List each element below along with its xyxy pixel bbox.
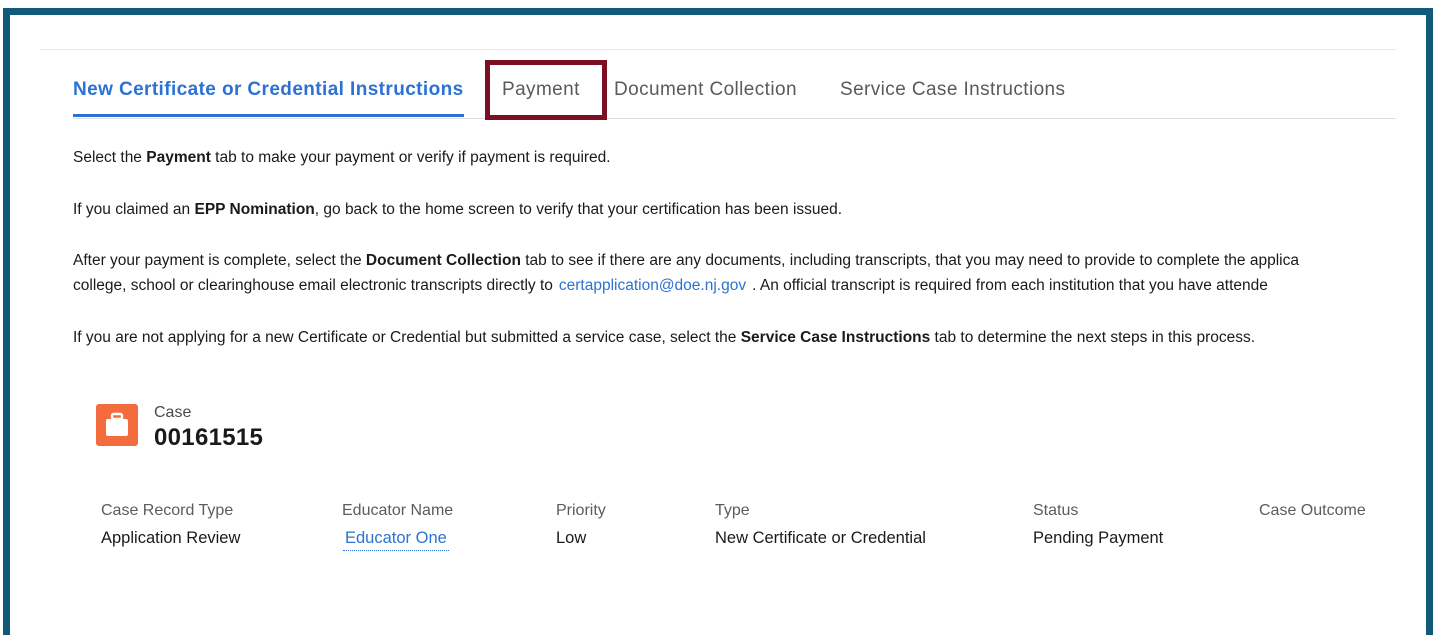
email-link[interactable]: certapplication@doe.nj.gov [553,277,752,294]
field-label: Priority [556,502,606,519]
briefcase-icon [96,404,138,446]
field-label: Case Outcome [1259,502,1366,519]
educator-name-link[interactable]: Educator One [343,529,449,551]
field-status: Status Pending Payment [1033,502,1163,548]
field-value: Low [556,529,587,547]
payment-tab-highlight-box [485,60,607,120]
tab-service-case-instructions[interactable]: Service Case Instructions [840,68,1065,116]
field-label: Status [1033,502,1079,519]
field-case-outcome: Case Outcome [1259,502,1366,529]
tab-new-certificate-instructions[interactable]: New Certificate or Credential Instructio… [73,68,464,117]
field-value: Pending Payment [1033,529,1164,547]
instruction-payment: Select the Payment tab to make your paym… [73,149,611,166]
field-value: New Certificate or Credential [715,529,926,547]
tab-bar: New Certificate or Credential Instructio… [73,68,1396,119]
case-number: 00161515 [154,424,264,451]
case-label: Case [154,404,192,421]
tab-document-collection[interactable]: Document Collection [614,68,797,116]
field-value: Application Review [101,529,241,547]
field-priority: Priority Low [556,502,606,548]
field-label: Educator Name [342,502,454,519]
field-type: Type New Certificate or Credential [715,502,926,548]
field-educator-name: Educator Name Educator One [342,502,453,551]
top-divider [40,49,1396,50]
instruction-epp-nomination: If you claimed an EPP Nomination, go bac… [73,201,843,218]
field-case-record-type: Case Record Type Application Review [101,502,240,548]
field-label: Case Record Type [101,502,234,519]
instruction-service-case: If you are not applying for a new Certif… [73,329,1256,346]
instruction-document-collection: After your payment is complete, select t… [73,252,1299,294]
field-label: Type [715,502,750,519]
